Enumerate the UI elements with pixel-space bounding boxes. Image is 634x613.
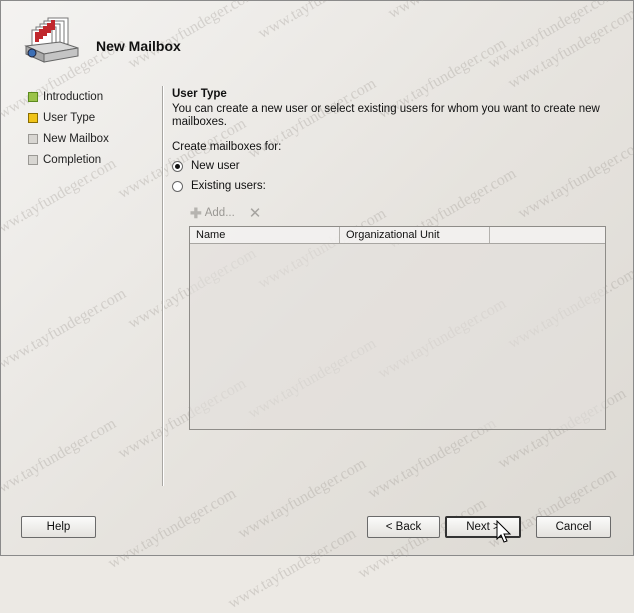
- step-user-type: User Type: [28, 107, 109, 128]
- step-status-icon: [28, 154, 38, 165]
- step-status-icon: [28, 91, 38, 102]
- step-completion: Completion: [28, 149, 109, 170]
- step-label: User Type: [43, 111, 96, 124]
- arrow-cursor-icon: [496, 520, 512, 543]
- back-button[interactable]: < Back: [367, 516, 440, 538]
- radio-label[interactable]: New user: [191, 160, 240, 172]
- x-icon[interactable]: ✕: [249, 204, 262, 222]
- step-status-icon: [28, 112, 38, 123]
- page-content: User Type You can create a new user or s…: [172, 88, 612, 193]
- step-label: Completion: [43, 153, 102, 166]
- users-grid[interactable]: Name Organizational Unit: [189, 226, 606, 430]
- users-toolbar: ✚ Add... ✕: [190, 204, 262, 223]
- add-button[interactable]: Add...: [205, 207, 235, 219]
- step-label: Introduction: [43, 90, 104, 103]
- step-status-icon: [28, 133, 38, 144]
- step-new-mailbox: New Mailbox: [28, 128, 109, 149]
- column-header-name[interactable]: Name: [190, 227, 340, 243]
- column-header-ou[interactable]: Organizational Unit: [340, 227, 490, 243]
- page-title: User Type: [172, 88, 227, 100]
- create-for-label: Create mailboxes for:: [172, 141, 282, 153]
- wizard-title: New Mailbox: [96, 38, 181, 54]
- wizard-steps: Introduction User Type New Mailbox Compl…: [28, 86, 109, 170]
- plus-icon: ✚: [190, 204, 202, 221]
- vertical-divider: [162, 86, 164, 486]
- step-introduction: Introduction: [28, 86, 109, 107]
- radio-label[interactable]: Existing users:: [191, 180, 266, 192]
- help-button[interactable]: Help: [21, 516, 96, 538]
- radio-button[interactable]: [172, 160, 183, 172]
- radio-button[interactable]: [172, 180, 183, 192]
- step-label: New Mailbox: [43, 132, 109, 145]
- grid-header: Name Organizational Unit: [190, 227, 605, 244]
- radio-existing-users[interactable]: Existing users:: [172, 179, 612, 193]
- wizard-header: New Mailbox: [0, 0, 634, 82]
- page-description: You can create a new user or select exis…: [172, 103, 600, 128]
- radio-new-user[interactable]: New user: [172, 159, 612, 173]
- cancel-button[interactable]: Cancel: [536, 516, 611, 538]
- mailbox-stack-icon: [24, 17, 79, 63]
